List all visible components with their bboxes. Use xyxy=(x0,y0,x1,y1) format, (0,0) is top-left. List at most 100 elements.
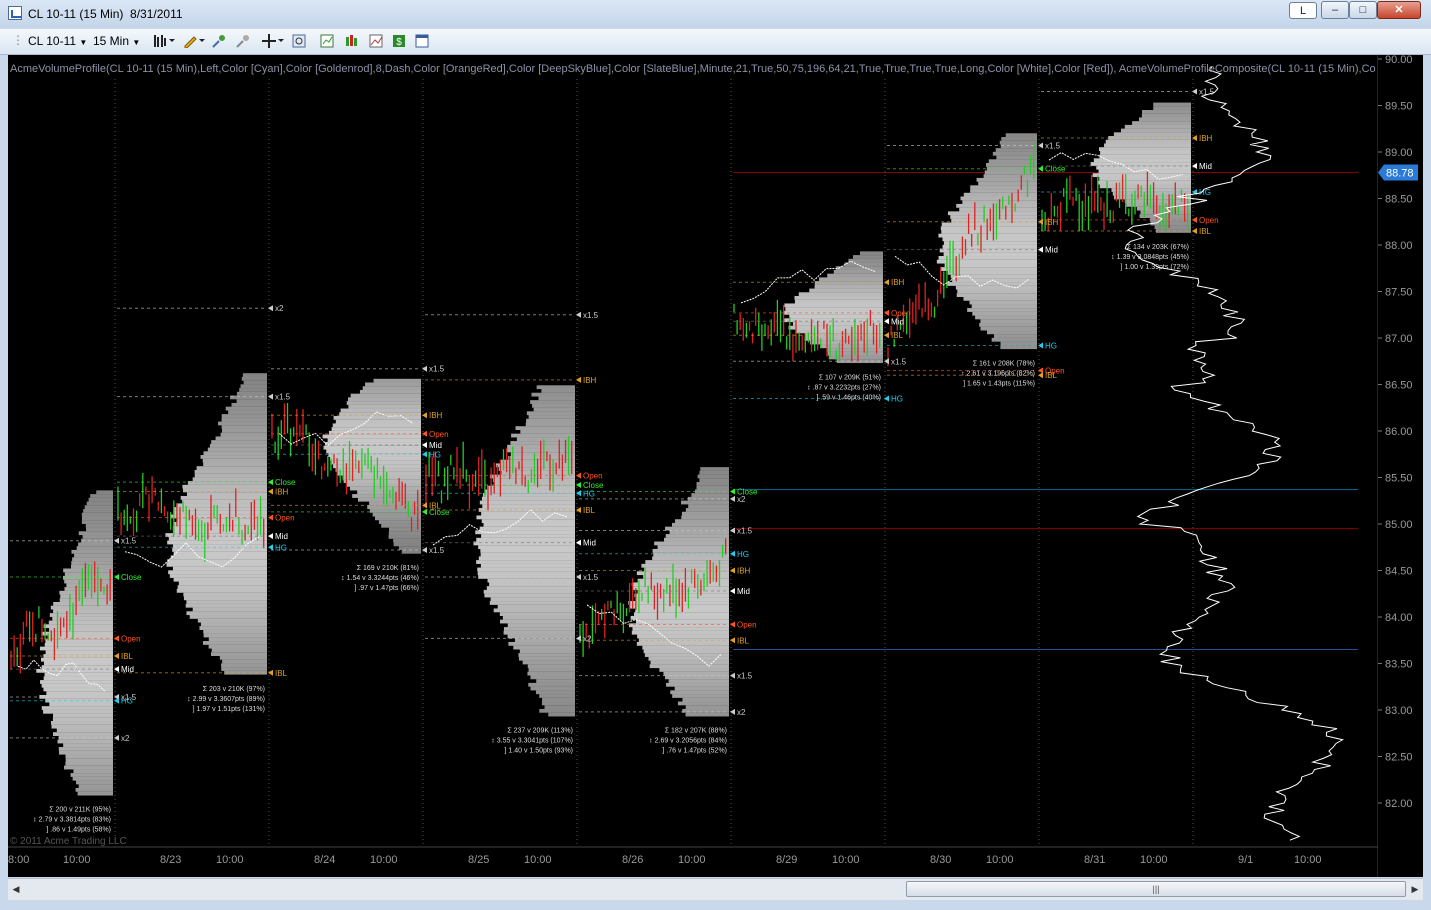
x-tick-label: 8/25 xyxy=(468,854,489,866)
profile-bar xyxy=(71,561,113,565)
scroll-thumb[interactable]: ||| xyxy=(906,881,1406,897)
chart-panel[interactable]: x1.5 Close Open IBL Mid x1.5 HG x2 x2 x1.5 Close IB… xyxy=(8,55,1423,877)
bar-type-icon[interactable] xyxy=(153,34,177,48)
profile-bar xyxy=(503,627,575,631)
profile-bar xyxy=(672,694,729,698)
x-tick-label: 10:00 xyxy=(986,854,1014,866)
link-button[interactable]: L xyxy=(1289,2,1317,19)
level-label: Mid xyxy=(1199,162,1212,171)
profile-bar xyxy=(388,535,421,539)
title-bar[interactable]: CL 10-11 (15 Min) 8/31/2011 L – □ ✕ xyxy=(0,0,1431,28)
profile-bar xyxy=(221,414,267,418)
profile-bar xyxy=(343,479,421,484)
scroll-right-arrow-icon[interactable]: ▶ xyxy=(1407,881,1423,897)
profile-bar xyxy=(631,630,729,635)
profile-bar xyxy=(681,511,729,516)
profile-bar xyxy=(168,536,267,541)
profile-bar xyxy=(231,402,267,407)
profile-bar xyxy=(236,399,267,404)
profile-bar xyxy=(515,426,575,431)
profile-bar xyxy=(1000,341,1037,346)
profile-bar xyxy=(49,613,113,617)
y-tick-label: 84.00 xyxy=(1385,612,1413,624)
profile-bar xyxy=(1126,203,1191,207)
profile-bar xyxy=(49,628,113,632)
level-marker xyxy=(884,309,889,316)
profile-bar xyxy=(652,556,729,561)
profile-bar xyxy=(526,418,575,423)
profile-bar xyxy=(946,282,1037,286)
profile-bar xyxy=(242,373,267,377)
profile-bar xyxy=(789,314,883,319)
strategy-icon[interactable] xyxy=(236,34,250,48)
profile-bar xyxy=(209,443,267,448)
x-tick-label: 10:00 xyxy=(63,854,91,866)
profile-bar xyxy=(497,604,575,609)
y-tick-label: 83.50 xyxy=(1385,659,1413,671)
profile-bar xyxy=(78,542,113,547)
profile-bar xyxy=(814,284,883,289)
profile-bar xyxy=(1150,221,1191,226)
profile-bar xyxy=(475,530,575,535)
x-tick-label: 10:00 xyxy=(216,854,244,866)
interval-selector[interactable]: 15 Min ▼ xyxy=(93,34,140,48)
stats-line: ] 1.40 v 1.50pts (93%) xyxy=(505,748,573,755)
profile-bar xyxy=(530,400,575,404)
y-tick-label: 88.00 xyxy=(1385,240,1413,252)
level-label: Open xyxy=(121,634,141,643)
scroll-left-arrow-icon[interactable]: ◀ xyxy=(8,881,24,897)
profile-bar xyxy=(635,619,729,624)
profile-bar xyxy=(637,634,729,639)
profile-bar xyxy=(183,596,267,601)
chart-style-icon[interactable] xyxy=(345,34,359,48)
profile-bar xyxy=(83,508,113,513)
profile-bar xyxy=(539,694,575,698)
minimize-button[interactable]: – xyxy=(1321,1,1349,19)
horizontal-scrollbar[interactable]: ◀ ||| ▶ xyxy=(8,878,1423,900)
add-indicator-icon[interactable] xyxy=(212,34,226,48)
maximize-button[interactable]: □ xyxy=(1349,1,1377,19)
profile-bar xyxy=(963,192,1037,197)
level-label: Mid xyxy=(429,441,442,450)
price-chart[interactable]: x1.5CloseOpenIBLMidx1.5HGx2x2x1.5CloseIB… xyxy=(8,55,1423,877)
profile-bar xyxy=(185,603,267,608)
zoom-icon[interactable] xyxy=(292,34,306,48)
instrument-selector[interactable]: CL 10-11 ▼ xyxy=(28,34,87,48)
profile-bar xyxy=(548,712,575,717)
profile-bar xyxy=(980,319,1037,324)
window-icon[interactable] xyxy=(415,34,429,48)
dollar-icon[interactable]: $ xyxy=(392,34,406,48)
x-tick-label: 10:00 xyxy=(370,854,398,866)
profile-bar xyxy=(984,170,1037,175)
x-tick-label: 10:00 xyxy=(1140,854,1168,866)
profile-bar xyxy=(1100,150,1191,155)
profile-bar xyxy=(960,196,1037,201)
profile-bar xyxy=(1111,188,1191,192)
drawing-pencil-icon[interactable] xyxy=(183,34,207,48)
data-series-icon[interactable] xyxy=(369,34,383,48)
profile-bar xyxy=(166,562,267,567)
profile-bar xyxy=(525,422,575,427)
profile-bar xyxy=(482,504,575,509)
crosshair-icon[interactable] xyxy=(262,34,286,48)
profile-bar xyxy=(186,492,267,497)
profile-bar xyxy=(58,747,113,751)
y-tick-label: 87.50 xyxy=(1385,287,1413,299)
x-tick-label: 8:00 xyxy=(8,854,29,866)
profile-bar xyxy=(542,697,575,702)
profile-bar xyxy=(489,582,575,587)
profile-bar xyxy=(398,546,421,550)
level-label: IBH xyxy=(891,278,905,287)
profile-bar xyxy=(784,303,883,308)
profile-bar xyxy=(236,391,267,396)
close-button[interactable]: ✕ xyxy=(1377,1,1421,19)
profile-bar xyxy=(859,251,883,256)
profile-bar xyxy=(59,598,113,603)
profile-bar xyxy=(192,607,267,612)
profile-bar xyxy=(943,241,1037,245)
profile-bar xyxy=(211,648,267,653)
profile-bar xyxy=(177,585,267,590)
stats-line: ] 1.65 v 1.43pts (115%) xyxy=(963,380,1035,387)
profile-bar xyxy=(182,484,267,489)
properties-icon[interactable] xyxy=(320,34,334,48)
